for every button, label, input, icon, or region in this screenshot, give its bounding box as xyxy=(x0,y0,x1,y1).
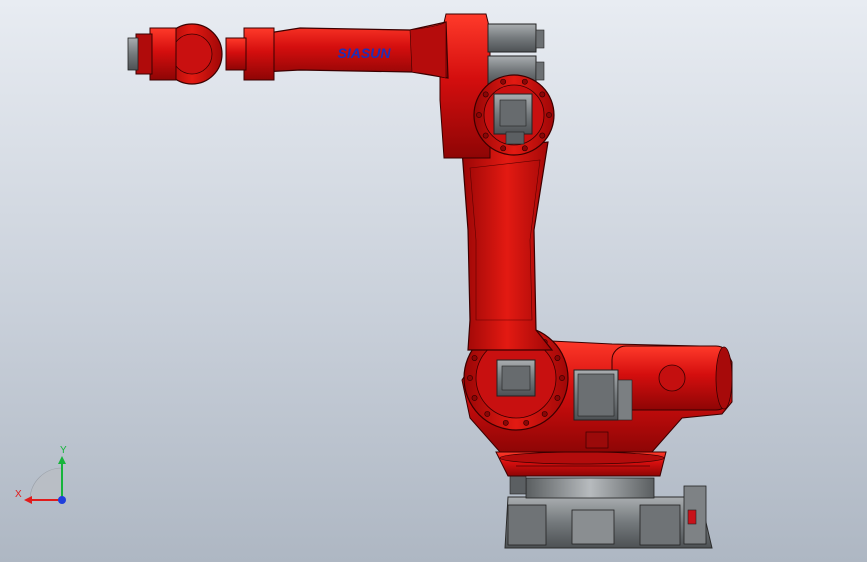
bolt xyxy=(521,145,528,152)
y-axis-label: Y xyxy=(60,445,67,456)
robot-upper-arm: SIASUN xyxy=(261,21,449,79)
bolt xyxy=(476,112,482,118)
bolt xyxy=(539,132,546,139)
x-axis-label: X xyxy=(15,489,22,500)
robot-base xyxy=(504,475,713,549)
robot-wrist xyxy=(127,23,275,85)
bolt xyxy=(559,375,565,381)
brand-label: SIASUN xyxy=(338,45,392,61)
robot-lower-arm xyxy=(461,141,554,351)
view-triad[interactable]: Y X xyxy=(15,445,67,504)
x-axis-arrow xyxy=(24,496,32,504)
bolt xyxy=(482,91,489,98)
bolt xyxy=(554,355,561,361)
bolt xyxy=(554,395,561,401)
bolt xyxy=(546,112,552,118)
bolt xyxy=(500,78,507,85)
bolt xyxy=(467,375,473,381)
triad-plane xyxy=(29,467,63,501)
bolt xyxy=(484,411,491,417)
bolt xyxy=(502,419,509,426)
robot-elbow xyxy=(439,13,555,159)
bolt xyxy=(539,91,546,98)
bolt xyxy=(482,132,489,139)
bolt xyxy=(500,145,507,152)
bolt xyxy=(471,355,478,361)
graphics-viewport[interactable]: SIASUN Y X xyxy=(0,0,867,562)
bolt xyxy=(471,395,478,401)
y-axis-arrow xyxy=(58,456,66,464)
bolt xyxy=(523,419,530,426)
z-axis-dot xyxy=(58,496,66,504)
bolt xyxy=(521,78,528,85)
robot-turntable xyxy=(495,451,667,477)
robot-arm-model[interactable]: SIASUN Y X xyxy=(0,0,867,562)
bolt xyxy=(541,411,548,417)
